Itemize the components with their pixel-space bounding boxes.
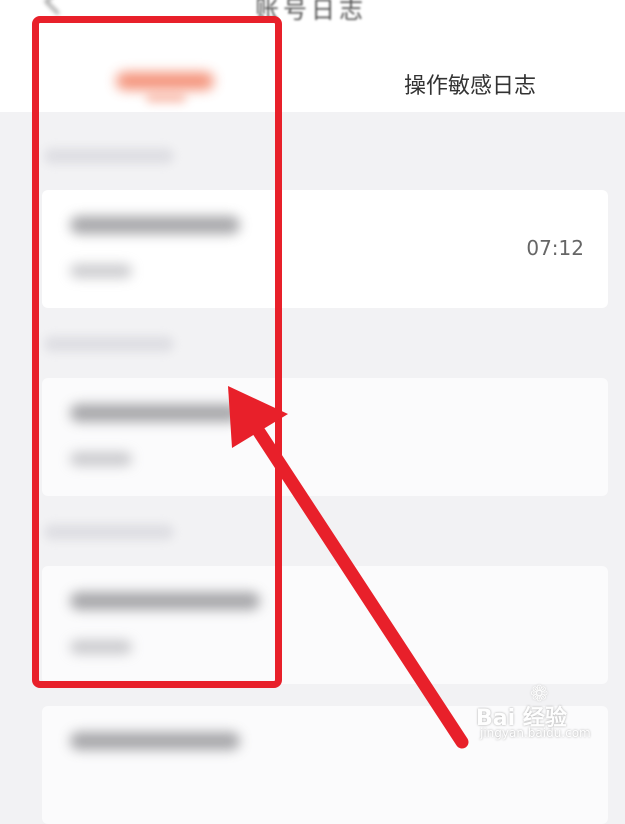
watermark: ❁ Bai 经验 jingyan.baidu.com — [472, 682, 620, 744]
annotation-arrow-icon — [228, 386, 469, 749]
watermark-url: jingyan.baidu.com — [480, 726, 591, 740]
